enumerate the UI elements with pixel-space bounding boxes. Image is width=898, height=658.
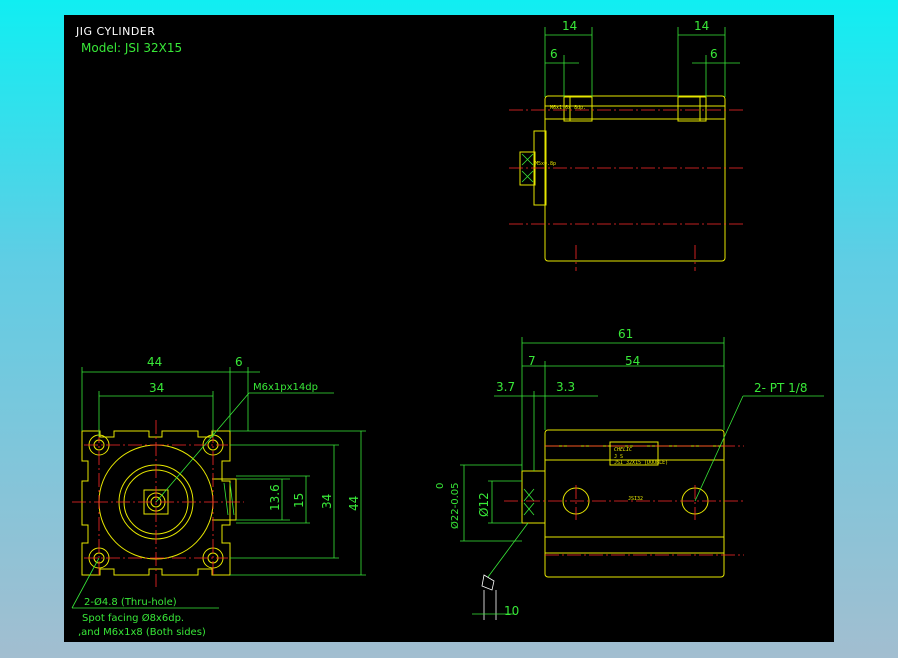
side-dim-rod: Ø12 [477, 492, 491, 517]
side-view-rod-end [521, 470, 546, 524]
top-dim-left-14: 14 [562, 19, 577, 33]
top-dim-left-6: 6 [550, 47, 558, 61]
side-dim-54: 54 [625, 354, 640, 368]
side-view: CHELIC J S JSI 32X15 (DOUBLE) JSI32 61 7… [435, 327, 824, 620]
side-dim-bore: Ø22-0.05 [449, 483, 461, 529]
drawing-title: JIG CYLINDER [75, 25, 155, 38]
port-note: M5x0.8p [535, 161, 556, 167]
spot-facing-note-2: ,and M6x1x8 (Both sides) [78, 627, 206, 638]
top-view-port [519, 151, 536, 186]
model-label: Model: JSI 32X15 [81, 41, 182, 55]
top-dim-right-14: 14 [694, 19, 709, 33]
front-dim-44-right: 44 [347, 496, 361, 511]
thread-callout: M6x1px14dp [253, 382, 318, 393]
front-dim-15: 15 [292, 493, 306, 508]
cad-drawing: JIG CYLINDER Model: JSI 32X15 M5x0.8p M6… [71, 19, 824, 638]
drawing-canvas: JIG CYLINDER Model: JSI 32X15 M5x0.8p M6… [64, 15, 834, 642]
front-view: 44 6 34 M6x1px14dp 13.6 15 34 44 2-Ø4.8 … [71, 355, 366, 638]
spot-facing-note: Spot facing Ø8x6dp. [82, 612, 184, 624]
top-view: M5x0.8p M6x1 6x 8dp. 14 6 14 6 [509, 19, 744, 271]
front-dim-34-top: 34 [149, 381, 164, 395]
front-dim-34-right: 34 [320, 494, 334, 509]
side-dim-61: 61 [618, 327, 633, 341]
side-dim-7: 7 [528, 354, 536, 368]
side-dim-10: 10 [504, 604, 519, 618]
hole-callout: 2-Ø4.8 (Thru-hole) [84, 596, 177, 608]
label-brand: CHELIC [614, 447, 632, 453]
side-dim-3-7: 3.7 [496, 380, 515, 394]
side-dim-bore-zero: 0 [435, 483, 446, 489]
front-dim-6: 6 [235, 355, 243, 369]
port-callout: 2- PT 1/8 [754, 381, 807, 395]
top-dim-right-6: 6 [710, 47, 718, 61]
front-dim-44-top: 44 [147, 355, 162, 369]
side-dim-3-3: 3.3 [556, 380, 575, 394]
top-view-right-block [677, 96, 707, 122]
label-line-2: JSI 32X15 (DOUBLE) [614, 460, 668, 466]
front-dim-13-6: 13.6 [268, 484, 282, 511]
